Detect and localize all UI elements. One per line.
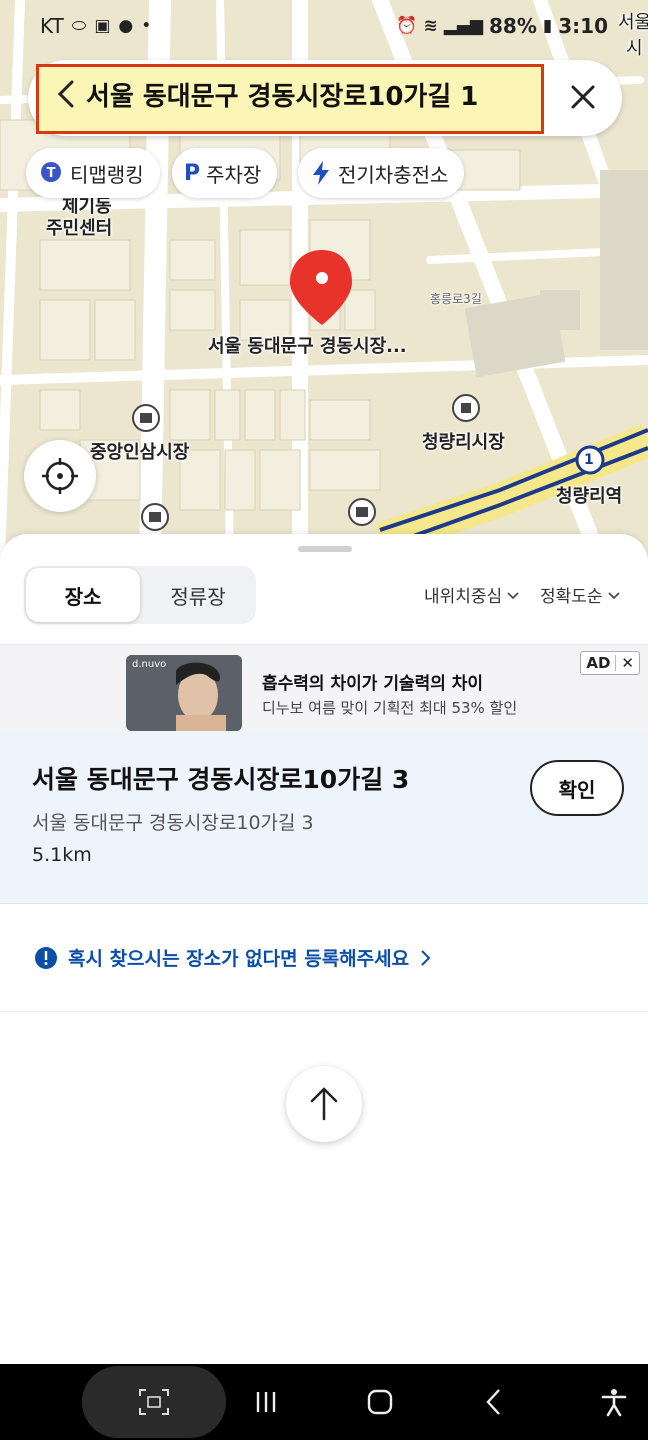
wifi-icon: ≋ — [423, 16, 438, 36]
accessibility-icon — [601, 1389, 627, 1417]
chip-ev-charging-label: 전기차충전소 — [338, 162, 449, 187]
nav-back-button[interactable] — [474, 1382, 514, 1422]
chip-tmap-ranking-label: 티맵랭킹 — [70, 162, 144, 187]
chevron-down-icon — [507, 591, 519, 599]
battery-icon: ▮ — [542, 16, 553, 36]
ev-charging-icon — [313, 161, 329, 185]
close-icon[interactable] — [566, 80, 600, 114]
chip-tmap-ranking[interactable]: T 티맵랭킹 — [26, 148, 160, 198]
system-nav-bar — [0, 1364, 648, 1440]
back-icon[interactable] — [48, 74, 88, 114]
sort-location-dropdown[interactable]: 내위치중심 — [424, 582, 520, 607]
result-address: 서울 동대문구 경동시장로10가길 3 — [32, 812, 314, 834]
search-query[interactable]: 서울 동대문구 경동시장로10가길 1 — [86, 76, 478, 113]
bottom-sheet[interactable]: 장소 정류장 내위치중심 정확도순 d.nuvo 흡수력의 차이가 기술력의 차… — [0, 534, 648, 1364]
crosshair-icon — [42, 458, 78, 494]
ad-image[interactable]: d.nuvo — [126, 655, 242, 731]
map-label-cheongnyangni-station[interactable]: 청량리역 — [556, 482, 622, 508]
screen-capture-icon — [139, 1389, 169, 1415]
sort-location-label: 내위치중심 — [424, 587, 503, 607]
carrier-label: KT — [40, 14, 64, 38]
screen-capture-button[interactable] — [82, 1366, 226, 1438]
ad-badge: AD ✕ — [580, 651, 640, 675]
battery-percent: 88% — [489, 14, 537, 38]
confirm-button[interactable]: 확인 — [530, 760, 624, 816]
pill-icon: ⬭ — [71, 16, 87, 36]
chevron-right-icon — [421, 949, 431, 966]
sort-accuracy-label: 정확도순 — [540, 587, 603, 607]
recents-icon — [256, 1392, 276, 1412]
tab-place[interactable]: 장소 — [26, 568, 140, 622]
ad-close-icon[interactable]: ✕ — [616, 654, 639, 672]
svg-text:T: T — [47, 166, 56, 181]
chevron-down-icon — [607, 591, 620, 599]
map-label-cheongnyangni-market[interactable]: 청량리시장 — [422, 428, 505, 454]
alarm-icon: ⏰ — [396, 16, 418, 36]
dot-icon: • — [141, 16, 152, 36]
result-distance: 5.1km — [32, 844, 92, 866]
home-icon — [367, 1389, 393, 1415]
tab-stop[interactable]: 정류장 — [142, 568, 254, 622]
arrow-up-icon — [310, 1087, 338, 1121]
talk-icon: ● — [118, 16, 134, 36]
result-title: 서울 동대문구 경동시장로10가길 3 — [32, 765, 410, 794]
parking-icon: P — [184, 160, 201, 186]
sheet-grabber[interactable] — [298, 546, 352, 552]
map-label-road-hongneung: 홍릉로3길 — [430, 292, 482, 306]
info-alert-icon — [35, 946, 57, 969]
current-location-button[interactable] — [24, 440, 96, 512]
back-icon — [486, 1389, 500, 1415]
scroll-to-top-button[interactable] — [286, 1066, 362, 1142]
chip-parking-label: 주차장 — [206, 162, 262, 187]
chip-ev-charging[interactable]: 전기차충전소 — [298, 148, 465, 198]
chip-parking[interactable]: P 주차장 — [172, 148, 278, 198]
tmap-ranking-icon: T — [41, 162, 61, 182]
home-button[interactable] — [360, 1382, 400, 1422]
recents-button[interactable] — [246, 1382, 286, 1422]
map-label-center-2: 주민센터 — [46, 218, 113, 239]
map-pin-label[interactable]: 서울 동대문구 경동시장... — [208, 332, 407, 358]
accessibility-button[interactable] — [594, 1382, 634, 1422]
ad-banner[interactable]: d.nuvo 흡수력의 차이가 기술력의 차이 디누보 여름 맞이 기획전 최대… — [0, 644, 648, 732]
register-place-link[interactable]: 혹시 찾으시는 장소가 없다면 등록해주세요 — [0, 904, 648, 1012]
map-label-ginseng-market[interactable]: 중앙인삼시장 — [90, 438, 189, 464]
ad-subtitle: 디누보 여름 맞이 기획전 최대 53% 할인 — [262, 699, 518, 717]
register-place-label: 혹시 찾으시는 장소가 없다면 등록해주세요 — [68, 948, 410, 970]
sort-accuracy-dropdown[interactable]: 정확도순 — [540, 582, 621, 607]
search-bar[interactable]: 서울 동대문구 경동시장로10가길 1 — [28, 60, 622, 136]
signal-icon: ▂▄▆ — [443, 16, 484, 36]
clock: 3:10 — [558, 14, 608, 38]
status-bar: KT ⬭ ▣ ● • ⏰ ≋ ▂▄▆ 88% ▮ 3:10 — [0, 0, 648, 52]
segmented-tabs: 장소 정류장 — [24, 566, 256, 624]
ad-title: 흡수력의 차이가 기술력의 차이 — [262, 674, 484, 694]
search-result-item[interactable]: 서울 동대문구 경동시장로10가길 3 서울 동대문구 경동시장로10가길 3 … — [0, 732, 648, 904]
gallery-icon: ▣ — [94, 16, 111, 36]
subway-line-number: 1 — [584, 452, 594, 468]
ad-badge-label: AD — [586, 654, 611, 672]
ad-brand: d.nuvo — [132, 659, 167, 670]
